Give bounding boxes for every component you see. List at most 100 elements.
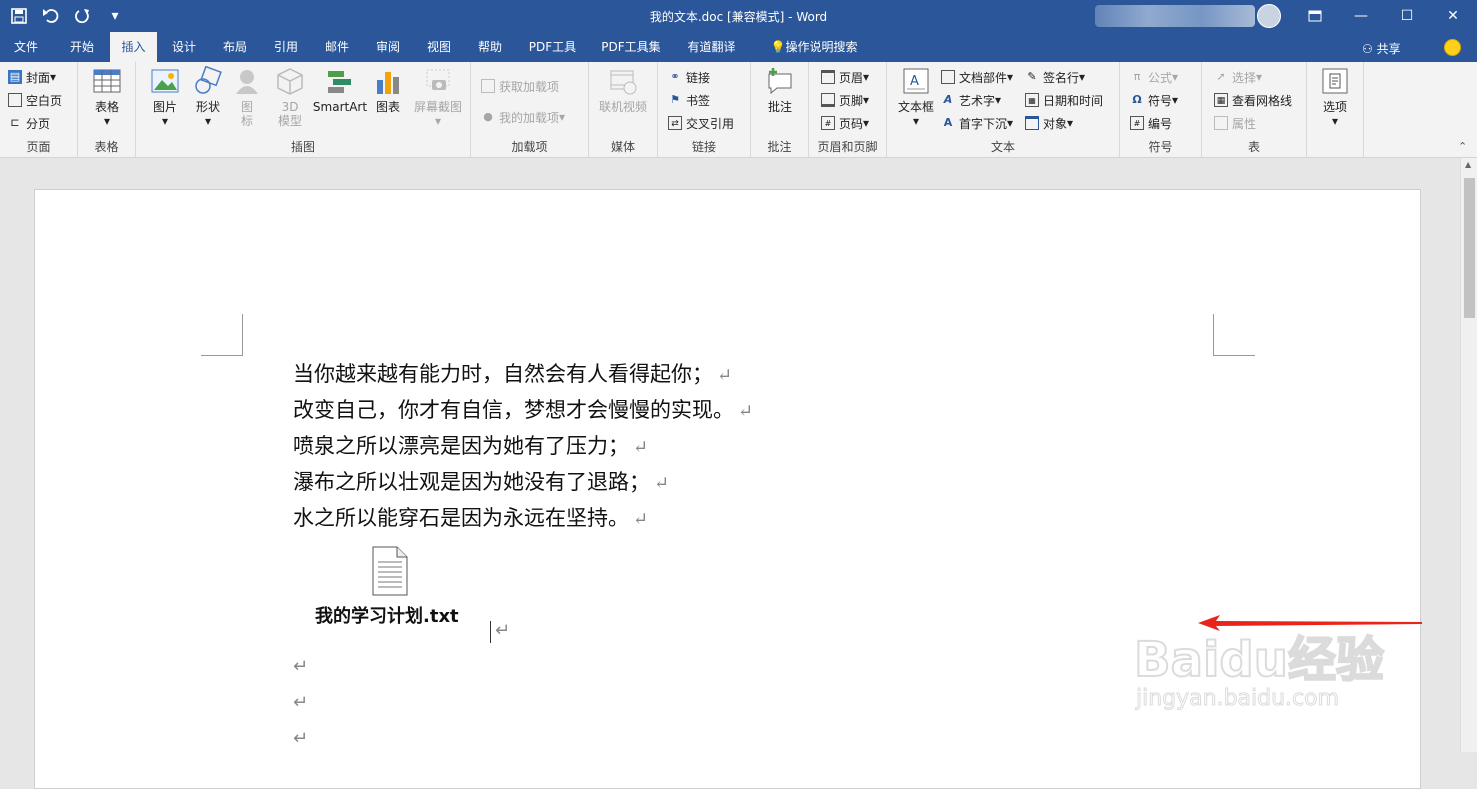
picture-icon bbox=[151, 69, 179, 93]
group-label-header-footer: 页眉和页脚 bbox=[817, 140, 878, 154]
blank-page-button[interactable]: 空白页 bbox=[8, 89, 62, 111]
collapse-ribbon-icon[interactable]: ⌃ bbox=[1458, 140, 1467, 153]
cross-reference-button[interactable]: ⇄ 交叉引用 bbox=[668, 112, 734, 134]
text-box-icon: A bbox=[903, 68, 929, 94]
tab-review[interactable]: 审阅 bbox=[372, 32, 404, 62]
tell-me-search[interactable]: 💡操作说明搜索 bbox=[762, 32, 866, 62]
baidu-jingyan-watermark: Baidu经验 jingyan.baidu.com bbox=[1130, 600, 1430, 720]
picture-button[interactable]: 图片 ▾ bbox=[143, 66, 187, 128]
table-button[interactable]: 表格 ▾ bbox=[85, 66, 129, 128]
symbol-button[interactable]: Ω 符号 ▾ bbox=[1130, 89, 1178, 111]
view-gridlines-button[interactable]: ▦ 查看网格线 bbox=[1214, 89, 1292, 111]
footer-icon bbox=[821, 93, 835, 107]
paragraph-line[interactable]: 当你越来越有能力时，自然会有人看得起你； ↵ bbox=[293, 358, 732, 388]
shapes-icon bbox=[195, 66, 222, 94]
tab-pdf-toolset[interactable]: PDF工具集 bbox=[598, 32, 664, 62]
tab-mailings[interactable]: 邮件 bbox=[321, 32, 353, 62]
quick-parts-button[interactable]: 文档部件 ▾ bbox=[941, 66, 1013, 88]
link-button[interactable]: ⚭ 链接 bbox=[668, 66, 710, 88]
date-time-button[interactable]: ▦ 日期和时间 bbox=[1025, 89, 1103, 111]
icons-button[interactable]: 图标 bbox=[227, 66, 267, 128]
page-number-button[interactable]: # 页码 ▾ bbox=[821, 112, 869, 134]
camera-icon bbox=[426, 69, 450, 90]
group-addins: 获取加载项 ● 我的加载项 ▾ 加载项 bbox=[471, 62, 589, 158]
select-button[interactable]: ➚ 选择 ▾ bbox=[1214, 66, 1262, 88]
new-comment-icon bbox=[768, 68, 792, 95]
scrollbar-thumb[interactable] bbox=[1464, 178, 1475, 318]
smartart-icon bbox=[328, 71, 351, 93]
get-addins-button[interactable]: 获取加载项 bbox=[481, 75, 559, 97]
group-comments: 批注 批注 bbox=[751, 62, 809, 158]
header-button[interactable]: 页眉 ▾ bbox=[821, 66, 869, 88]
ribbon-display-options-icon[interactable] bbox=[1292, 0, 1338, 32]
tab-view[interactable]: 视图 bbox=[423, 32, 455, 62]
smartart-button[interactable]: SmartArt bbox=[312, 66, 368, 114]
chart-button[interactable]: 图表 bbox=[368, 66, 408, 114]
drop-cap-button[interactable]: A 首字下沉 ▾ bbox=[941, 112, 1013, 134]
tab-design[interactable]: 设计 bbox=[168, 32, 200, 62]
minimize-icon[interactable]: — bbox=[1338, 0, 1384, 32]
text-box-button[interactable]: A 文本框 ▾ bbox=[894, 66, 938, 128]
tab-help[interactable]: 帮助 bbox=[474, 32, 506, 62]
3d-models-button[interactable]: 3D模型 bbox=[270, 66, 310, 128]
paragraph-mark: ↵ bbox=[495, 620, 511, 641]
object-button[interactable]: 对象 ▾ bbox=[1025, 112, 1073, 134]
paragraph-line[interactable]: 水之所以能穿石是因为永远在坚持。 ↵ bbox=[293, 502, 648, 532]
group-label-addins: 加载项 bbox=[511, 140, 548, 154]
pi-icon: π bbox=[1133, 70, 1141, 83]
page-number-icon: # bbox=[821, 116, 835, 130]
paragraph-line[interactable]: 瀑布之所以壮观是因为她没有了退路； ↵ bbox=[293, 466, 669, 496]
group-label-table: 表 bbox=[1247, 140, 1260, 154]
vertical-scrollbar[interactable]: ▲ bbox=[1460, 158, 1477, 752]
tab-pdf-tools[interactable]: PDF工具 bbox=[525, 32, 580, 62]
online-video-button[interactable]: 联机视频 bbox=[597, 66, 649, 114]
chart-icon bbox=[377, 72, 399, 94]
ribbon-insert: ▤ 封面 ▾ 空白页 ⊏ 分页 页面 表格 ▾ 表格 图片 ▾ 形状 ▾ 图标 3D模型 S… bbox=[0, 62, 1477, 158]
tab-references[interactable]: 引用 bbox=[270, 32, 302, 62]
my-addins-button[interactable]: ● 我的加载项 ▾ bbox=[481, 106, 565, 128]
margin-corner-marker bbox=[201, 314, 243, 356]
cover-page-button[interactable]: ▤ 封面 ▾ bbox=[8, 66, 56, 88]
group-label-comments: 批注 bbox=[767, 140, 792, 154]
new-comment-button[interactable]: 批注 bbox=[758, 66, 802, 114]
account-avatar-icon[interactable] bbox=[1257, 4, 1281, 28]
shapes-button[interactable]: 形状 ▾ bbox=[186, 66, 230, 128]
properties-button[interactable]: 属性 bbox=[1214, 112, 1256, 134]
tab-home[interactable]: 开始 bbox=[66, 32, 98, 62]
group-tables: 表格 ▾ 表格 bbox=[78, 62, 136, 158]
lightbulb-icon: 💡 bbox=[770, 40, 786, 54]
paragraph-line[interactable]: 喷泉之所以漂亮是因为她有了压力； ↵ bbox=[293, 430, 648, 460]
equation-button[interactable]: π 公式 ▾ bbox=[1130, 66, 1178, 88]
tab-file[interactable]: 文件 bbox=[10, 32, 42, 62]
options-button[interactable]: 选项 ▾ bbox=[1313, 66, 1357, 128]
signature-line-button[interactable]: ✎ 签名行 ▾ bbox=[1025, 66, 1085, 88]
tab-youdao-translate[interactable]: 有道翻译 bbox=[684, 32, 739, 62]
number-button[interactable]: # 编号 bbox=[1130, 112, 1172, 134]
footer-button[interactable]: 页脚 ▾ bbox=[821, 89, 869, 111]
embedded-file-object[interactable]: 我的学习计划.txt bbox=[311, 546, 471, 630]
wordart-button[interactable]: A 艺术字 ▾ bbox=[941, 89, 1001, 111]
drop-cap-icon: A bbox=[943, 116, 953, 129]
group-media: 联机视频 媒体 bbox=[589, 62, 658, 158]
close-icon[interactable]: ✕ bbox=[1430, 0, 1476, 32]
feedback-smiley-icon[interactable] bbox=[1444, 39, 1461, 56]
header-icon bbox=[821, 70, 835, 84]
blank-page-icon bbox=[8, 93, 22, 107]
page-break-button[interactable]: ⊏ 分页 bbox=[8, 112, 50, 134]
cube-icon bbox=[277, 68, 303, 95]
screenshot-button[interactable]: 屏幕截图 ▾ bbox=[412, 66, 464, 128]
maximize-icon[interactable]: ☐ bbox=[1384, 0, 1430, 32]
person-icon: ⚇ bbox=[1362, 42, 1377, 56]
share-button[interactable]: ⚇ 共享 bbox=[1362, 40, 1401, 57]
tab-layout[interactable]: 布局 bbox=[219, 32, 251, 62]
scroll-up-icon[interactable]: ▲ bbox=[1465, 160, 1471, 169]
cross-reference-icon: ⇄ bbox=[668, 116, 682, 130]
group-text: A 文本框 ▾ 文档部件 ▾ A 艺术字 ▾ A 首字下沉 ▾ ✎ 签名行 ▾ ▦ 日期和时间… bbox=[887, 62, 1120, 158]
watermark-url: jingyan.baidu.com bbox=[1135, 686, 1340, 712]
paragraph-line[interactable]: 改变自己，你才有自信，梦想才会慢慢的实现。 ↵ bbox=[293, 394, 753, 424]
bookmark-button[interactable]: ⚑ 书签 bbox=[668, 89, 710, 111]
svg-text:A: A bbox=[910, 74, 919, 89]
tab-insert[interactable]: 插入 bbox=[110, 32, 157, 62]
watermark-brand: Baidu经验 bbox=[1133, 631, 1385, 689]
window-title: 我的文本.doc [兼容模式] - Word bbox=[649, 10, 828, 24]
